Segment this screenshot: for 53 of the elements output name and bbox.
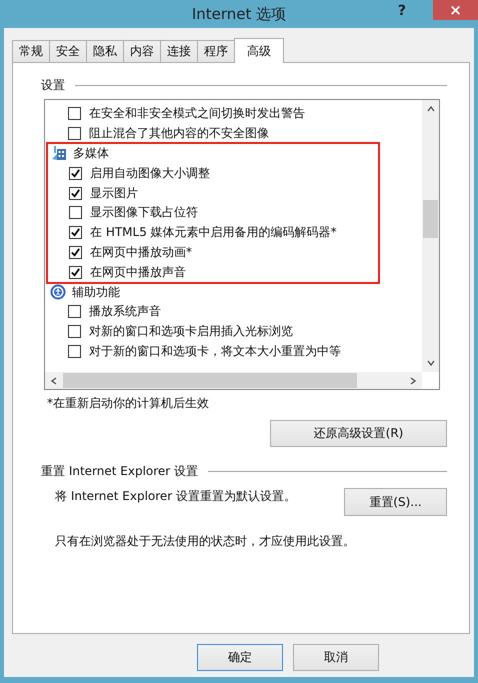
section-heading: 重置 Internet Explorer 设置 bbox=[41, 463, 198, 480]
restore-button[interactable]: 还原高级设置(R) bbox=[270, 420, 447, 447]
scroll-left-icon[interactable] bbox=[49, 376, 59, 386]
checkbox[interactable] bbox=[69, 246, 82, 259]
accessibility-icon bbox=[50, 284, 66, 300]
window-title: Internet 选项 bbox=[192, 4, 286, 24]
reset-description: 将 Internet Explorer 设置重置为默认设置。 bbox=[55, 488, 296, 505]
vertical-scrollbar[interactable] bbox=[422, 100, 439, 372]
option-label: 播放系统声音 bbox=[89, 303, 161, 320]
tab[interactable]: 内容 bbox=[123, 40, 161, 62]
checkbox[interactable] bbox=[68, 344, 81, 358]
scroll-down-icon[interactable] bbox=[426, 358, 436, 368]
tab[interactable]: 程序 bbox=[197, 40, 235, 62]
group-label: 辅助功能 bbox=[72, 284, 120, 301]
dialog-button[interactable]: 取消 bbox=[293, 644, 379, 671]
checkbox[interactable] bbox=[68, 325, 81, 338]
option-label: 在网页中播放声音 bbox=[90, 264, 186, 281]
scroll-right-icon[interactable] bbox=[408, 376, 418, 386]
media-icon bbox=[51, 145, 67, 162]
checkbox[interactable] bbox=[69, 266, 82, 279]
option-label: 启用自动图像大小调整 bbox=[90, 164, 210, 182]
tab[interactable]: 安全 bbox=[49, 40, 87, 62]
reset-note: 只有在浏览器处于无法使用的状态时，才应使用此设置。 bbox=[55, 533, 356, 550]
scroll-thumb[interactable] bbox=[63, 373, 357, 388]
checkbox[interactable] bbox=[69, 166, 82, 180]
checkbox[interactable] bbox=[69, 186, 82, 200]
option-label: 在安全和非安全模式之间切换时发出警告 bbox=[89, 105, 305, 122]
tab[interactable]: 连接 bbox=[160, 40, 198, 62]
tab[interactable]: 隐私 bbox=[86, 40, 124, 62]
option-label: 在网页中播放动画* bbox=[90, 244, 192, 261]
horizontal-scrollbar[interactable] bbox=[45, 372, 422, 389]
checkbox[interactable] bbox=[69, 226, 82, 240]
close-button[interactable]: × bbox=[433, 0, 478, 20]
restart-note: *在重新启动你的计算机后生效 bbox=[47, 395, 210, 412]
help-button[interactable]: ? bbox=[392, 2, 412, 20]
tab[interactable]: 常规 bbox=[12, 40, 50, 62]
option-label: 阻止混合了其他内容的不安全图像 bbox=[89, 125, 269, 142]
option-label: 对于新的窗口和选项卡，将文本大小重置为中等 bbox=[89, 342, 341, 360]
scroll-up-icon[interactable] bbox=[426, 104, 436, 114]
scroll-thumb[interactable] bbox=[423, 200, 438, 238]
checkbox[interactable] bbox=[68, 127, 81, 140]
section-heading: 设置 bbox=[41, 77, 65, 94]
checkbox[interactable] bbox=[68, 107, 81, 120]
option-label: 对新的窗口和选项卡启用插入光标浏览 bbox=[89, 323, 293, 340]
checkbox[interactable] bbox=[68, 305, 81, 318]
dialog-button[interactable]: 确定 bbox=[197, 644, 283, 671]
reset-button[interactable]: 重置(S)... bbox=[344, 488, 447, 516]
group-label: 多媒体 bbox=[73, 144, 109, 162]
tab[interactable]: 高级 bbox=[234, 38, 284, 63]
option-label: 在 HTML5 媒体元素中启用备用的编码解码器* bbox=[90, 224, 337, 242]
checkbox[interactable] bbox=[69, 206, 82, 220]
option-label: 显示图片 bbox=[90, 184, 138, 202]
option-label: 显示图像下载占位符 bbox=[90, 204, 198, 222]
